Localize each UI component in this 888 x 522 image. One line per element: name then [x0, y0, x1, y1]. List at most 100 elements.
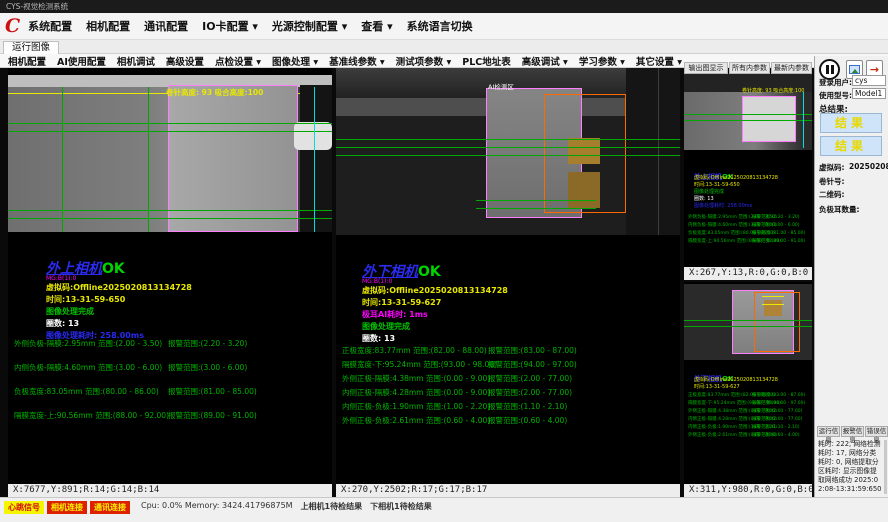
tool-baseline-params[interactable]: 基准线参数 ▾	[329, 54, 385, 68]
needle-height-overlay: 卷针高度: 93 吸合高度:100	[166, 87, 263, 98]
result-badge-bottom: 结果	[820, 136, 882, 156]
mini-bottom-pixel-coords: X:311,Y:980,R:0,G:0,B:0	[684, 484, 812, 497]
mini-top-pixel-coords: X:267,Y:13,R:0,G:0,B:0	[684, 267, 812, 280]
middle-camera-image[interactable]: AI检测区	[336, 68, 680, 235]
tool-other-settings[interactable]: 其它设置 ▾	[636, 54, 682, 68]
alarm-range: 报警范围:(89.00 - 91.00)	[752, 238, 805, 244]
tool-spot-check[interactable]: 点检设置 ▾	[215, 54, 261, 68]
log-tab-error-info[interactable]: 错误信息	[865, 426, 888, 437]
result-badge-top: 结果	[820, 113, 882, 133]
measurement-row: 外侧负极-隔膜:2.95mm 范围:(2.00 - 3.50) 报警范围:(2.…	[8, 338, 332, 348]
mini-time: 时间:13-31-59-650	[694, 181, 740, 188]
middle-time: 时间:13-31-59-627	[362, 297, 441, 308]
virtual-code-label: 虚拟码:	[819, 162, 845, 173]
tab-run-image[interactable]: 运行图像	[3, 41, 59, 54]
alarm-range: 报警范围:(81.00 - 85.00)	[168, 386, 257, 397]
mini-top-camera-view[interactable]: 卷针高度: 93 吸合高度:100 外上相机OK 虚拟码:Offline2025…	[684, 74, 812, 280]
measure-value: 外侧正极-负极:2.61mm 范围:(0.60 - 4.00)	[342, 415, 490, 426]
mini-time: 时间:13-31-59-627	[694, 383, 740, 390]
tab-bar: 运行图像	[0, 40, 888, 54]
top-camera-status: 上相机1待检结果	[301, 501, 363, 512]
ai-zone-label: AI检测区	[488, 81, 514, 91]
mini-tab-all-params[interactable]: 所有内参数	[729, 62, 770, 74]
left-camera-image[interactable]: 卷针高度: 93 吸合高度:100	[8, 75, 332, 232]
measurement-row: 负极宽度:83.05mm 范围:(80.00 - 86.00) 报警范围:(81…	[8, 386, 332, 396]
mini-tab-output-image[interactable]: 输出图显示	[684, 62, 728, 74]
virtual-code-value: 20250208	[849, 162, 888, 171]
alarm-range: 报警范围:(2.00 - 77.00)	[488, 387, 572, 398]
tool-learn-params[interactable]: 学习参数 ▾	[579, 54, 625, 68]
mini-elapsed: 图像处理耗时: 258.00ms	[694, 202, 752, 209]
measurement-row: 外侧正极-负极:2.61mm 范围:(0.60 - 4.00) 报警范围:(0.…	[336, 415, 680, 425]
measure-value: 隔膜宽度-上:90.56mm 范围:(88.00 - 92.00)	[14, 410, 169, 421]
tool-test-params[interactable]: 测试项参数 ▾	[396, 54, 452, 68]
tab-foil-part	[568, 172, 600, 208]
alarm-range: 报警范围:(3.00 - 6.00)	[168, 362, 247, 373]
measurement-row: 外侧正极-负极:2.61mm 范围:(0.60 - 4.00) 报警范围:(0.…	[684, 432, 812, 438]
measure-value: 正极宽度:83.77mm 范围:(82.00 - 88.00)	[342, 345, 487, 356]
alarm-range: 报警范围:(83.00 - 87.00)	[488, 345, 577, 356]
alarm-range: 报警范围:(94.00 - 97.00)	[488, 359, 577, 370]
comm-link-badge: 通讯连接	[90, 501, 130, 514]
alarm-range: 报警范围:(2.20 - 3.20)	[752, 214, 800, 220]
tool-camera-config[interactable]: 相机配置	[8, 54, 46, 68]
tool-camera-debug[interactable]: 相机调试	[117, 54, 155, 68]
menu-view[interactable]: 查看 ▾	[361, 18, 392, 34]
log-scrollbar[interactable]	[884, 440, 887, 494]
menu-camera-config[interactable]: 相机配置	[86, 18, 130, 34]
left-camera-view[interactable]: 卷针高度: 93 吸合高度:100 外上相机OK MG:B(1):0 虚拟码:O…	[8, 68, 332, 497]
mini-tab-latest-params[interactable]: 最新内参数	[771, 62, 812, 74]
green-guide-hline	[684, 120, 812, 121]
tab-foil-part	[764, 300, 782, 316]
status-bar: 心跳信号 相机连接 通讯连接 Cpu: 0.0% Memory: 3424.41…	[0, 497, 888, 522]
measurement-row: 内侧正极-隔膜:4.28mm 范围:(0.00 - 9.00) 报警范围:(2.…	[336, 387, 680, 397]
gripper-part	[294, 122, 332, 150]
mini-bottom-camera-view[interactable]: 外下相机OK 虚拟码:Offline2025020813134728 时间:13…	[684, 282, 812, 497]
middle-turns: 圈数: 13	[362, 333, 395, 344]
tool-image-process[interactable]: 图像处理 ▾	[272, 54, 318, 68]
green-guide-hline	[336, 155, 680, 156]
menu-io-config[interactable]: IO卡配置 ▾	[202, 18, 258, 34]
green-guide-hline	[684, 114, 812, 115]
camera-link-badge: 相机连接	[47, 501, 87, 514]
heartbeat-badge: 心跳信号	[4, 501, 44, 514]
measurement-row: 正极宽度:83.77mm 范围:(82.00 - 88.00) 报警范围:(83…	[336, 345, 680, 355]
tool-advanced-settings[interactable]: 高级设置	[166, 54, 204, 68]
mini-barcode: 虚拟码:Offline2025020813134728	[694, 174, 778, 181]
alarm-range: 报警范围:(2.00 - 77.00)	[488, 373, 572, 384]
green-guide-hline	[336, 139, 680, 140]
title-bar: CYS-视觉检测系统	[0, 0, 888, 13]
mini-turns: 圈数: 13	[694, 195, 714, 202]
log-tab-run-info[interactable]: 运行信息	[817, 426, 840, 437]
menu-light-config[interactable]: 光源控制配置 ▾	[272, 18, 347, 34]
menu-language-switch[interactable]: 系统语言切换	[407, 18, 473, 34]
left-ng-info: MG:B(1):0	[46, 275, 76, 282]
mini-top-image[interactable]: 卷针高度: 93 吸合高度:100	[684, 74, 812, 150]
menu-system-config[interactable]: 系统配置	[28, 18, 72, 34]
alarm-range: 报警范围:(2.00 - 77.00)	[752, 416, 802, 422]
measurement-row: 外侧正极-隔膜:4.38mm 范围:(0.00 - 9.00) 报警范围:(2.…	[684, 408, 812, 414]
measurement-row: 内侧正极-负极:1.90mm 范围:(1.00 - 2.20) 报警范围:(1.…	[336, 401, 680, 411]
menu-comm-config[interactable]: 通讯配置	[144, 18, 188, 34]
login-user-value[interactable]: cys	[852, 75, 886, 86]
cell-roll-region	[742, 96, 796, 142]
tool-plc-address[interactable]: PLC地址表	[462, 54, 511, 68]
window-title: CYS-视觉检测系统	[6, 2, 68, 11]
measurement-row: 外侧正极-隔膜:4.38mm 范围:(0.00 - 9.00) 报警范围:(2.…	[336, 373, 680, 383]
green-guide-hline	[476, 208, 596, 209]
cyan-guide-vline	[314, 87, 315, 232]
tool-advanced-debug[interactable]: 高级调试 ▾	[522, 54, 568, 68]
model-value[interactable]: Model1	[852, 88, 886, 99]
left-time: 时间:13-31-59-650	[46, 294, 125, 305]
left-barcode: 虚拟码:Offline2025020813134728	[46, 282, 192, 293]
needle-height-overlay: 卷针高度: 93 吸合高度:100	[742, 87, 804, 94]
middle-camera-view[interactable]: AI检测区 外下相机OK MG:B(1):0 虚拟码:Offline202502…	[336, 68, 680, 497]
measurement-row: 隔膜宽度-上:90.56mm 范围:(88.00 - 92.00) 报警范围:(…	[8, 410, 332, 420]
alarm-range: 报警范围:(3.00 - 6.00)	[752, 222, 800, 228]
tool-ai-config[interactable]: AI使用配置	[57, 54, 106, 68]
measurement-row: 隔膜宽度-上:90.56mm 范围:(88.00 - 92.00) 报警范围:(…	[684, 238, 812, 244]
alarm-range: 报警范围:(89.00 - 91.00)	[168, 410, 257, 421]
log-tab-alarm-info[interactable]: 报警信息	[841, 426, 864, 437]
mini-bottom-image[interactable]	[684, 284, 812, 360]
image-right-dark	[626, 68, 680, 235]
